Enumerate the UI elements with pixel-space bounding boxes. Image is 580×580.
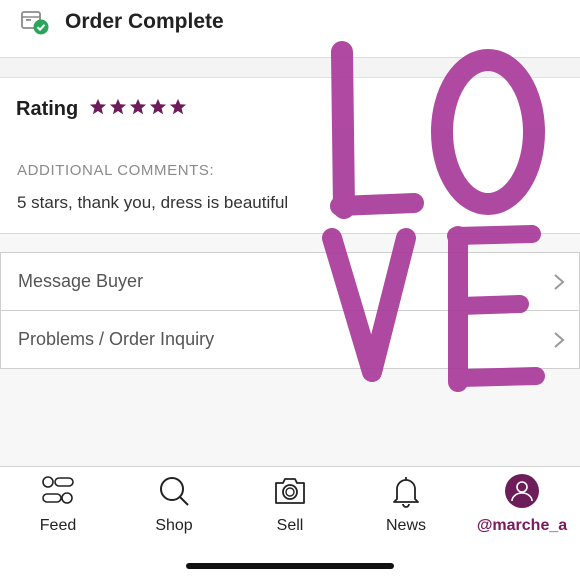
bell-icon <box>393 477 419 508</box>
tab-label: Sell <box>276 517 304 534</box>
message-buyer-row[interactable]: Message Buyer <box>0 253 580 311</box>
tab-sell[interactable]: Sell <box>232 473 348 543</box>
star-icon <box>129 98 147 115</box>
menu-item-label: Message Buyer <box>18 271 144 291</box>
chevron-right-icon <box>554 332 565 348</box>
tab-news[interactable]: News <box>348 473 464 543</box>
star-icon <box>89 98 107 115</box>
tab-label: @marche_a <box>476 517 568 534</box>
comments-label: ADDITIONAL COMMENTS: <box>17 162 215 179</box>
tab-profile[interactable]: @marche_a <box>464 473 580 543</box>
search-icon <box>160 477 189 506</box>
feed-icon <box>42 476 74 504</box>
tab-feed[interactable]: Feed <box>0 473 116 543</box>
avatar-icon <box>505 474 539 508</box>
page-title: Order Complete <box>65 10 224 33</box>
home-indicator <box>186 563 394 569</box>
menu-item-label: Problems / Order Inquiry <box>18 329 215 349</box>
comments-text: 5 stars, thank you, dress is beautiful <box>17 193 289 212</box>
bottom-tab-bar: Feed Shop Sell News @marche_a <box>0 466 580 580</box>
action-list: Message Buyer Problems / Order Inquiry <box>0 252 580 369</box>
tab-shop[interactable]: Shop <box>116 473 232 543</box>
order-inquiry-row[interactable]: Problems / Order Inquiry <box>0 311 580 369</box>
review-card: Rating ADDITIONAL COMMENTS: 5 stars, tha… <box>0 78 580 234</box>
star-icon <box>169 98 187 115</box>
camera-icon <box>275 478 305 504</box>
tab-label: Feed <box>39 517 77 534</box>
star-icon <box>109 98 127 115</box>
section-divider <box>0 58 580 78</box>
tab-label: News <box>385 517 426 534</box>
star-icon <box>149 98 167 115</box>
tab-label: Shop <box>155 517 193 534</box>
top-bar: Order Complete <box>0 0 580 58</box>
rating-label: Rating <box>16 98 79 120</box>
chevron-right-icon <box>554 274 565 290</box>
package-check-icon <box>21 11 49 35</box>
rating-stars <box>89 98 187 116</box>
